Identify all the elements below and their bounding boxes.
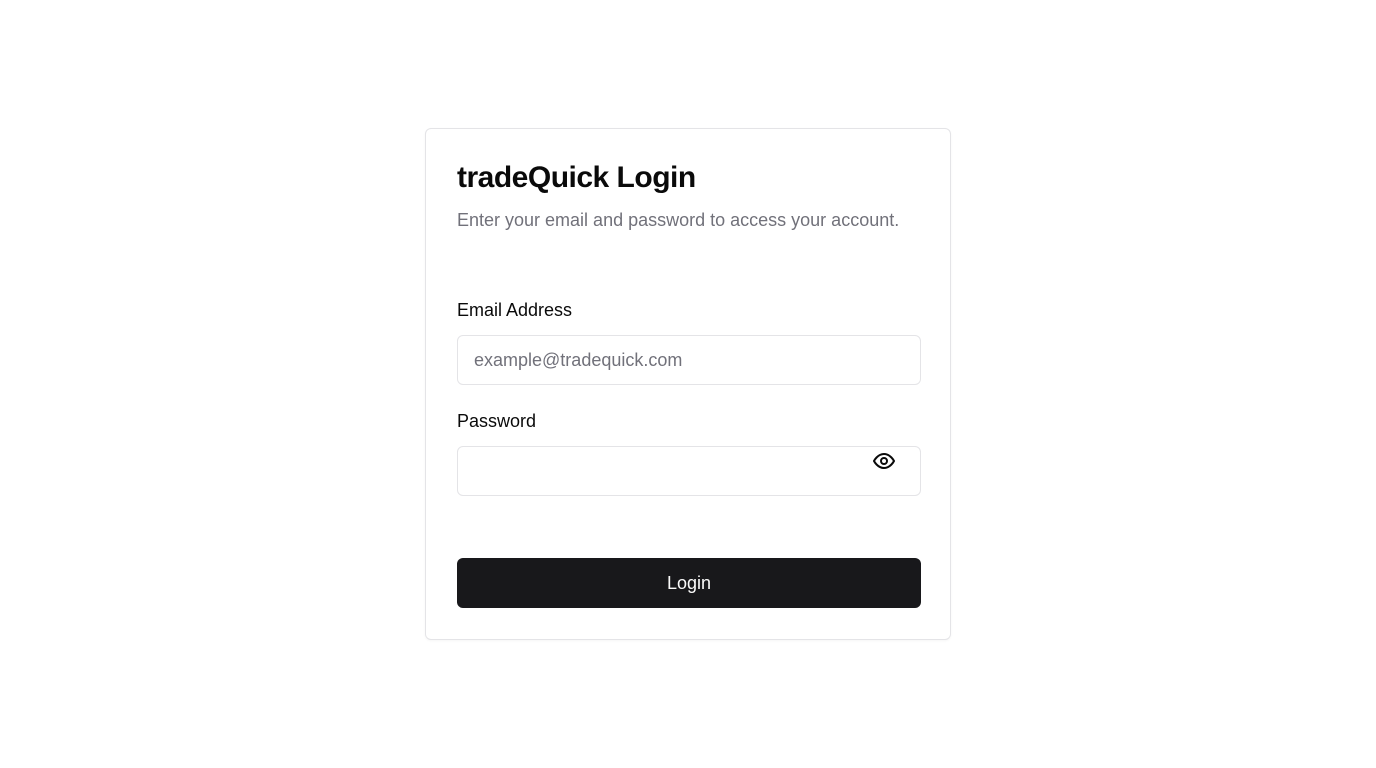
eye-icon[interactable] xyxy=(871,449,897,473)
page-subtitle: Enter your email and password to access … xyxy=(457,210,900,230)
page-title: tradeQuick Login xyxy=(457,161,696,194)
email-field[interactable] xyxy=(457,335,921,385)
login-button[interactable]: Login xyxy=(457,558,921,608)
password-field[interactable] xyxy=(457,446,921,496)
login-card: tradeQuick Login Enter your email and pa… xyxy=(425,128,951,640)
password-label: Password xyxy=(457,411,537,431)
email-label: Email Address xyxy=(457,300,573,320)
